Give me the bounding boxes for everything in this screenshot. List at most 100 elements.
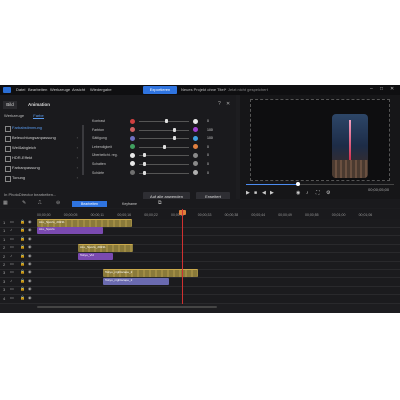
list-scrollbar[interactable] <box>82 125 84 175</box>
lock-icon[interactable]: 🔒 <box>20 286 25 291</box>
adjust-slider[interactable] <box>139 163 189 165</box>
timeline-clip[interactable]: ALL_Sports_20231 <box>78 244 133 253</box>
tab-edit[interactable]: Bearbeiten <box>72 201 107 207</box>
slider-knob[interactable] <box>142 153 146 158</box>
checkbox[interactable] <box>5 176 11 182</box>
settings-icon[interactable]: ⚙ <box>326 190 330 196</box>
adjust-value[interactable]: 0 <box>207 145 209 149</box>
track-header[interactable]: 2 ▭ 🔒 ◉ <box>0 261 37 269</box>
track-header[interactable]: 3 ♪ 🔒 ◉ <box>0 278 37 286</box>
eye-icon[interactable]: ◉ <box>28 286 32 291</box>
menu-file[interactable]: Datei <box>16 87 25 92</box>
adjust-value[interactable]: 100 <box>207 128 213 132</box>
lock-icon[interactable]: 🔒 <box>20 261 25 266</box>
track-header[interactable]: 1 ▭ 🔒 ◉ <box>0 219 37 227</box>
track-header[interactable]: 2 ♪ 🔒 ◉ <box>0 253 37 261</box>
adjust-value[interactable]: 0 <box>207 153 209 157</box>
eye-icon[interactable]: ◉ <box>28 269 32 274</box>
play-icon[interactable]: ▶ <box>246 190 250 196</box>
menu-tools[interactable]: Werkzeuge <box>50 87 70 92</box>
timeline-scrollbar[interactable] <box>37 306 217 308</box>
slider-knob[interactable] <box>172 136 176 141</box>
adjust-slider[interactable] <box>139 138 189 140</box>
timeline-clip[interactable]: Tokyo_nightscape_2 <box>103 277 169 285</box>
prev-frame-icon[interactable]: ◀ <box>262 190 266 196</box>
tab-animation[interactable]: Animation <box>28 101 50 109</box>
track-header[interactable]: 1 ♪ 🔒 ◉ <box>0 227 37 235</box>
slider-knob[interactable] <box>162 144 166 149</box>
eye-icon[interactable]: ◉ <box>28 253 32 258</box>
list-item[interactable]: Weißabgleich › <box>4 143 80 153</box>
list-item[interactable]: Tonung › <box>4 173 80 183</box>
checkbox[interactable] <box>5 156 11 162</box>
list-item[interactable]: Beleuchtungsanpassung › <box>4 133 80 143</box>
adjust-value[interactable]: 0 <box>207 162 209 166</box>
eye-icon[interactable]: ◉ <box>28 295 32 300</box>
progress-knob[interactable] <box>295 182 300 186</box>
slider-knob[interactable] <box>142 170 146 175</box>
eye-icon[interactable]: ◉ <box>28 278 32 283</box>
slider-knob[interactable] <box>142 161 146 166</box>
camera-icon[interactable]: ◉ <box>296 190 300 196</box>
track-header[interactable]: 4 ▭ 🔒 ◉ <box>0 295 37 303</box>
minimize-icon[interactable]: – <box>370 86 373 92</box>
menu-view[interactable]: Ansicht <box>72 87 85 92</box>
eye-icon[interactable]: ◉ <box>28 244 32 249</box>
adjust-value[interactable]: 100 <box>207 136 213 140</box>
close-icon[interactable]: ✕ <box>390 86 394 92</box>
timeline-clip[interactable]: Tokyo_nightscape_2 <box>103 269 198 278</box>
track-header[interactable]: 3 ▭ 🔒 ◉ <box>0 286 37 294</box>
slider-knob[interactable] <box>172 127 176 132</box>
adjust-slider[interactable] <box>139 155 189 157</box>
slider-knob[interactable] <box>165 119 168 123</box>
lock-icon[interactable]: 🔒 <box>20 236 25 241</box>
lock-icon[interactable]: 🔒 <box>20 295 25 300</box>
lock-icon[interactable]: 🔒 <box>20 227 25 232</box>
adjust-slider[interactable] <box>139 172 189 174</box>
subtab-tools[interactable]: Werkzeuge <box>4 113 24 118</box>
lock-icon[interactable]: 🔒 <box>20 278 25 283</box>
timeline-clip[interactable]: ALL_Sports_20231 <box>37 219 132 227</box>
adjust-value[interactable]: 0 <box>207 171 209 175</box>
timeline-clip[interactable]: ALL_Sports <box>37 227 103 235</box>
eye-icon[interactable]: ◉ <box>28 227 32 232</box>
export-frame-icon[interactable]: ⧉ <box>158 200 162 206</box>
stop-icon[interactable]: ■ <box>254 190 257 196</box>
checkbox[interactable] <box>5 126 11 132</box>
track-header[interactable]: 3 ▭ 🔒 ◉ <box>0 269 37 277</box>
playback-progress[interactable] <box>246 182 394 186</box>
export-button[interactable]: Exportieren <box>143 86 177 94</box>
adjust-value[interactable]: 0 <box>207 119 209 123</box>
adjust-slider[interactable] <box>139 121 189 122</box>
eye-icon[interactable]: ◉ <box>28 236 32 241</box>
lock-icon[interactable]: 🔒 <box>20 219 25 224</box>
maximize-icon[interactable]: □ <box>380 86 383 92</box>
grid-icon[interactable]: ▦ <box>3 200 8 206</box>
timeline-ruler[interactable]: 00;00;00 00;00;05 00;00;11 00;00;16 00;00;22… <box>0 209 400 219</box>
eye-icon[interactable]: ◉ <box>28 219 32 224</box>
timeline-clip[interactable]: Tokyo_Vid <box>78 252 113 260</box>
lock-icon[interactable]: 🔒 <box>20 253 25 258</box>
checkbox[interactable] <box>5 166 11 172</box>
help-icon[interactable]: ? <box>218 101 221 107</box>
list-item[interactable]: Farbanpassung › <box>4 163 80 173</box>
menu-edit[interactable]: Bearbeiten <box>28 87 47 92</box>
eye-icon[interactable]: ◉ <box>28 261 32 266</box>
list-item[interactable]: HDR-Effekt › <box>4 153 80 163</box>
tab-image[interactable]: Bild <box>3 101 17 109</box>
next-frame-icon[interactable]: ▶ <box>270 190 274 196</box>
photodirector-link[interactable]: In PhotoDirector bearbeiten... <box>4 192 56 197</box>
track-header[interactable]: 2 ▭ 🔒 ◉ <box>0 244 37 252</box>
adjust-slider[interactable] <box>139 129 189 131</box>
playhead[interactable] <box>182 209 183 304</box>
tab-keyframe[interactable]: Keyframe <box>112 201 147 207</box>
fullscreen-icon[interactable]: ⛶ <box>316 190 320 196</box>
panel-close-icon[interactable]: ✕ <box>226 101 230 107</box>
checkbox[interactable] <box>5 146 11 152</box>
volume-icon[interactable]: ♪ <box>306 190 309 196</box>
menu-playback[interactable]: Wiedergabe <box>90 87 112 92</box>
edit-icon[interactable]: ✎ <box>22 200 26 206</box>
zoom-icon[interactable]: ⊖ <box>56 200 60 206</box>
subtab-color[interactable]: Farbe <box>33 113 44 119</box>
split-icon[interactable]: ⎍ <box>38 200 42 206</box>
